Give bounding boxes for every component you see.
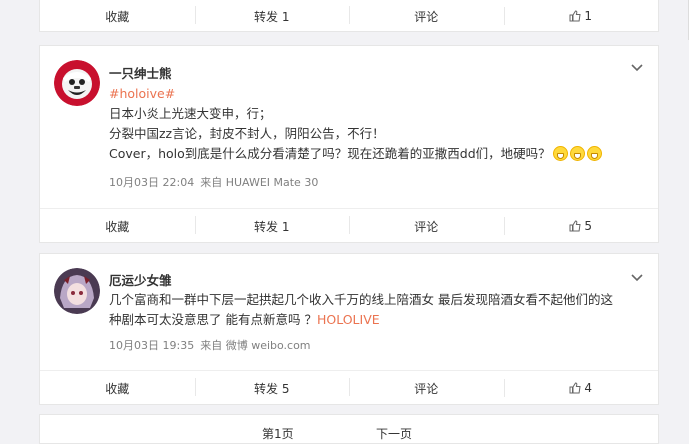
topic-tag-link[interactable]: #holoive# [109,86,175,101]
comment-button[interactable]: 评论 [349,5,504,25]
post-source: 来自 HUAWEI Mate 30 [200,176,319,189]
bear-avatar-icon [54,60,100,106]
favorite-button[interactable]: 收藏 [40,8,195,25]
comment-button[interactable]: 评论 [349,215,504,235]
grin-emoji-icon [552,146,568,161]
like-count: 1 [584,9,593,23]
pagination-bar: 第1页 下一页 [39,414,659,444]
post-card: 一只绅士熊 #holoive# 日本小炎上光速大变申，行； 分裂中国zz言论，封… [39,45,659,243]
like-button[interactable]: 4 [503,379,659,397]
grin-emoji-icon [569,146,585,161]
anime-girl-avatar-icon [54,268,100,314]
like-count: 4 [584,381,593,395]
repost-button[interactable]: 转发 1 [194,215,350,235]
topic-tag-link[interactable]: HOLOLIVE [317,312,380,327]
thumbs-up-icon [569,220,581,232]
post-line: 种剧本可太没意思了 能有点新意吗 ？ [109,312,317,327]
post-card: 厄运少女雏 几个富商和一群中下层一起拱起几个收入千万的线上陪酒女 最后发现陪酒女… [39,253,659,405]
avatar[interactable] [54,60,100,106]
repost-button[interactable]: 转发 1 [194,5,350,25]
post-meta: 10月03日 22:04 来自 HUAWEI Mate 30 [109,174,318,190]
post-line: 日本小炎上光速大变申，行； [109,106,272,121]
action-bar: 收藏 转发 1 评论 5 [40,208,658,243]
repost-button[interactable]: 转发 5 [194,377,350,397]
grin-emoji-icon [586,146,602,161]
username[interactable]: 一只绅士熊 [109,63,172,82]
thumbs-up-icon [569,10,581,22]
action-bar: 收藏 转发 5 评论 4 [40,370,658,405]
post-time[interactable]: 10月03日 22:04 [109,176,194,189]
post-line: 分裂中国zz言论，封皮不封人，阴阳公告，不行！ [109,126,385,141]
avatar[interactable] [54,268,100,314]
favorite-button[interactable]: 收藏 [40,380,195,397]
chevron-down-icon[interactable] [630,63,644,73]
post-line: Cover，holo到底是什么成分看清楚了吗？现在还跪着的亚撒西dd们，地硬吗？ [109,146,551,161]
post-card-previous: 收藏 转发 1 评论 1 [39,0,659,32]
post-text: 几个富商和一群中下层一起拱起几个收入千万的线上陪酒女 最后发现陪酒女看不起他们的… [109,290,618,330]
username[interactable]: 厄运少女雏 [109,270,172,289]
post-meta: 10月03日 19:35 来自 微博 weibo.com [109,337,311,353]
post-time[interactable]: 10月03日 19:35 [109,339,194,352]
page-select[interactable]: 第1页 [262,425,294,442]
like-button[interactable]: 5 [503,217,659,235]
post-text: #holoive# 日本小炎上光速大变申，行； 分裂中国zz言论，封皮不封人，阴… [109,84,618,164]
post-line: 几个富商和一群中下层一起拱起几个收入千万的线上陪酒女 最后发现陪酒女看不起他们的… [109,292,613,307]
chevron-down-icon[interactable] [630,273,644,283]
comment-button[interactable]: 评论 [349,377,504,397]
like-count: 5 [584,219,593,233]
favorite-button[interactable]: 收藏 [40,218,195,235]
thumbs-up-icon [569,382,581,394]
like-button[interactable]: 1 [503,7,659,25]
next-page-button[interactable]: 下一页 [376,425,412,442]
action-bar: 收藏 转发 1 评论 1 [40,0,658,33]
post-source: 来自 微博 weibo.com [200,339,311,352]
